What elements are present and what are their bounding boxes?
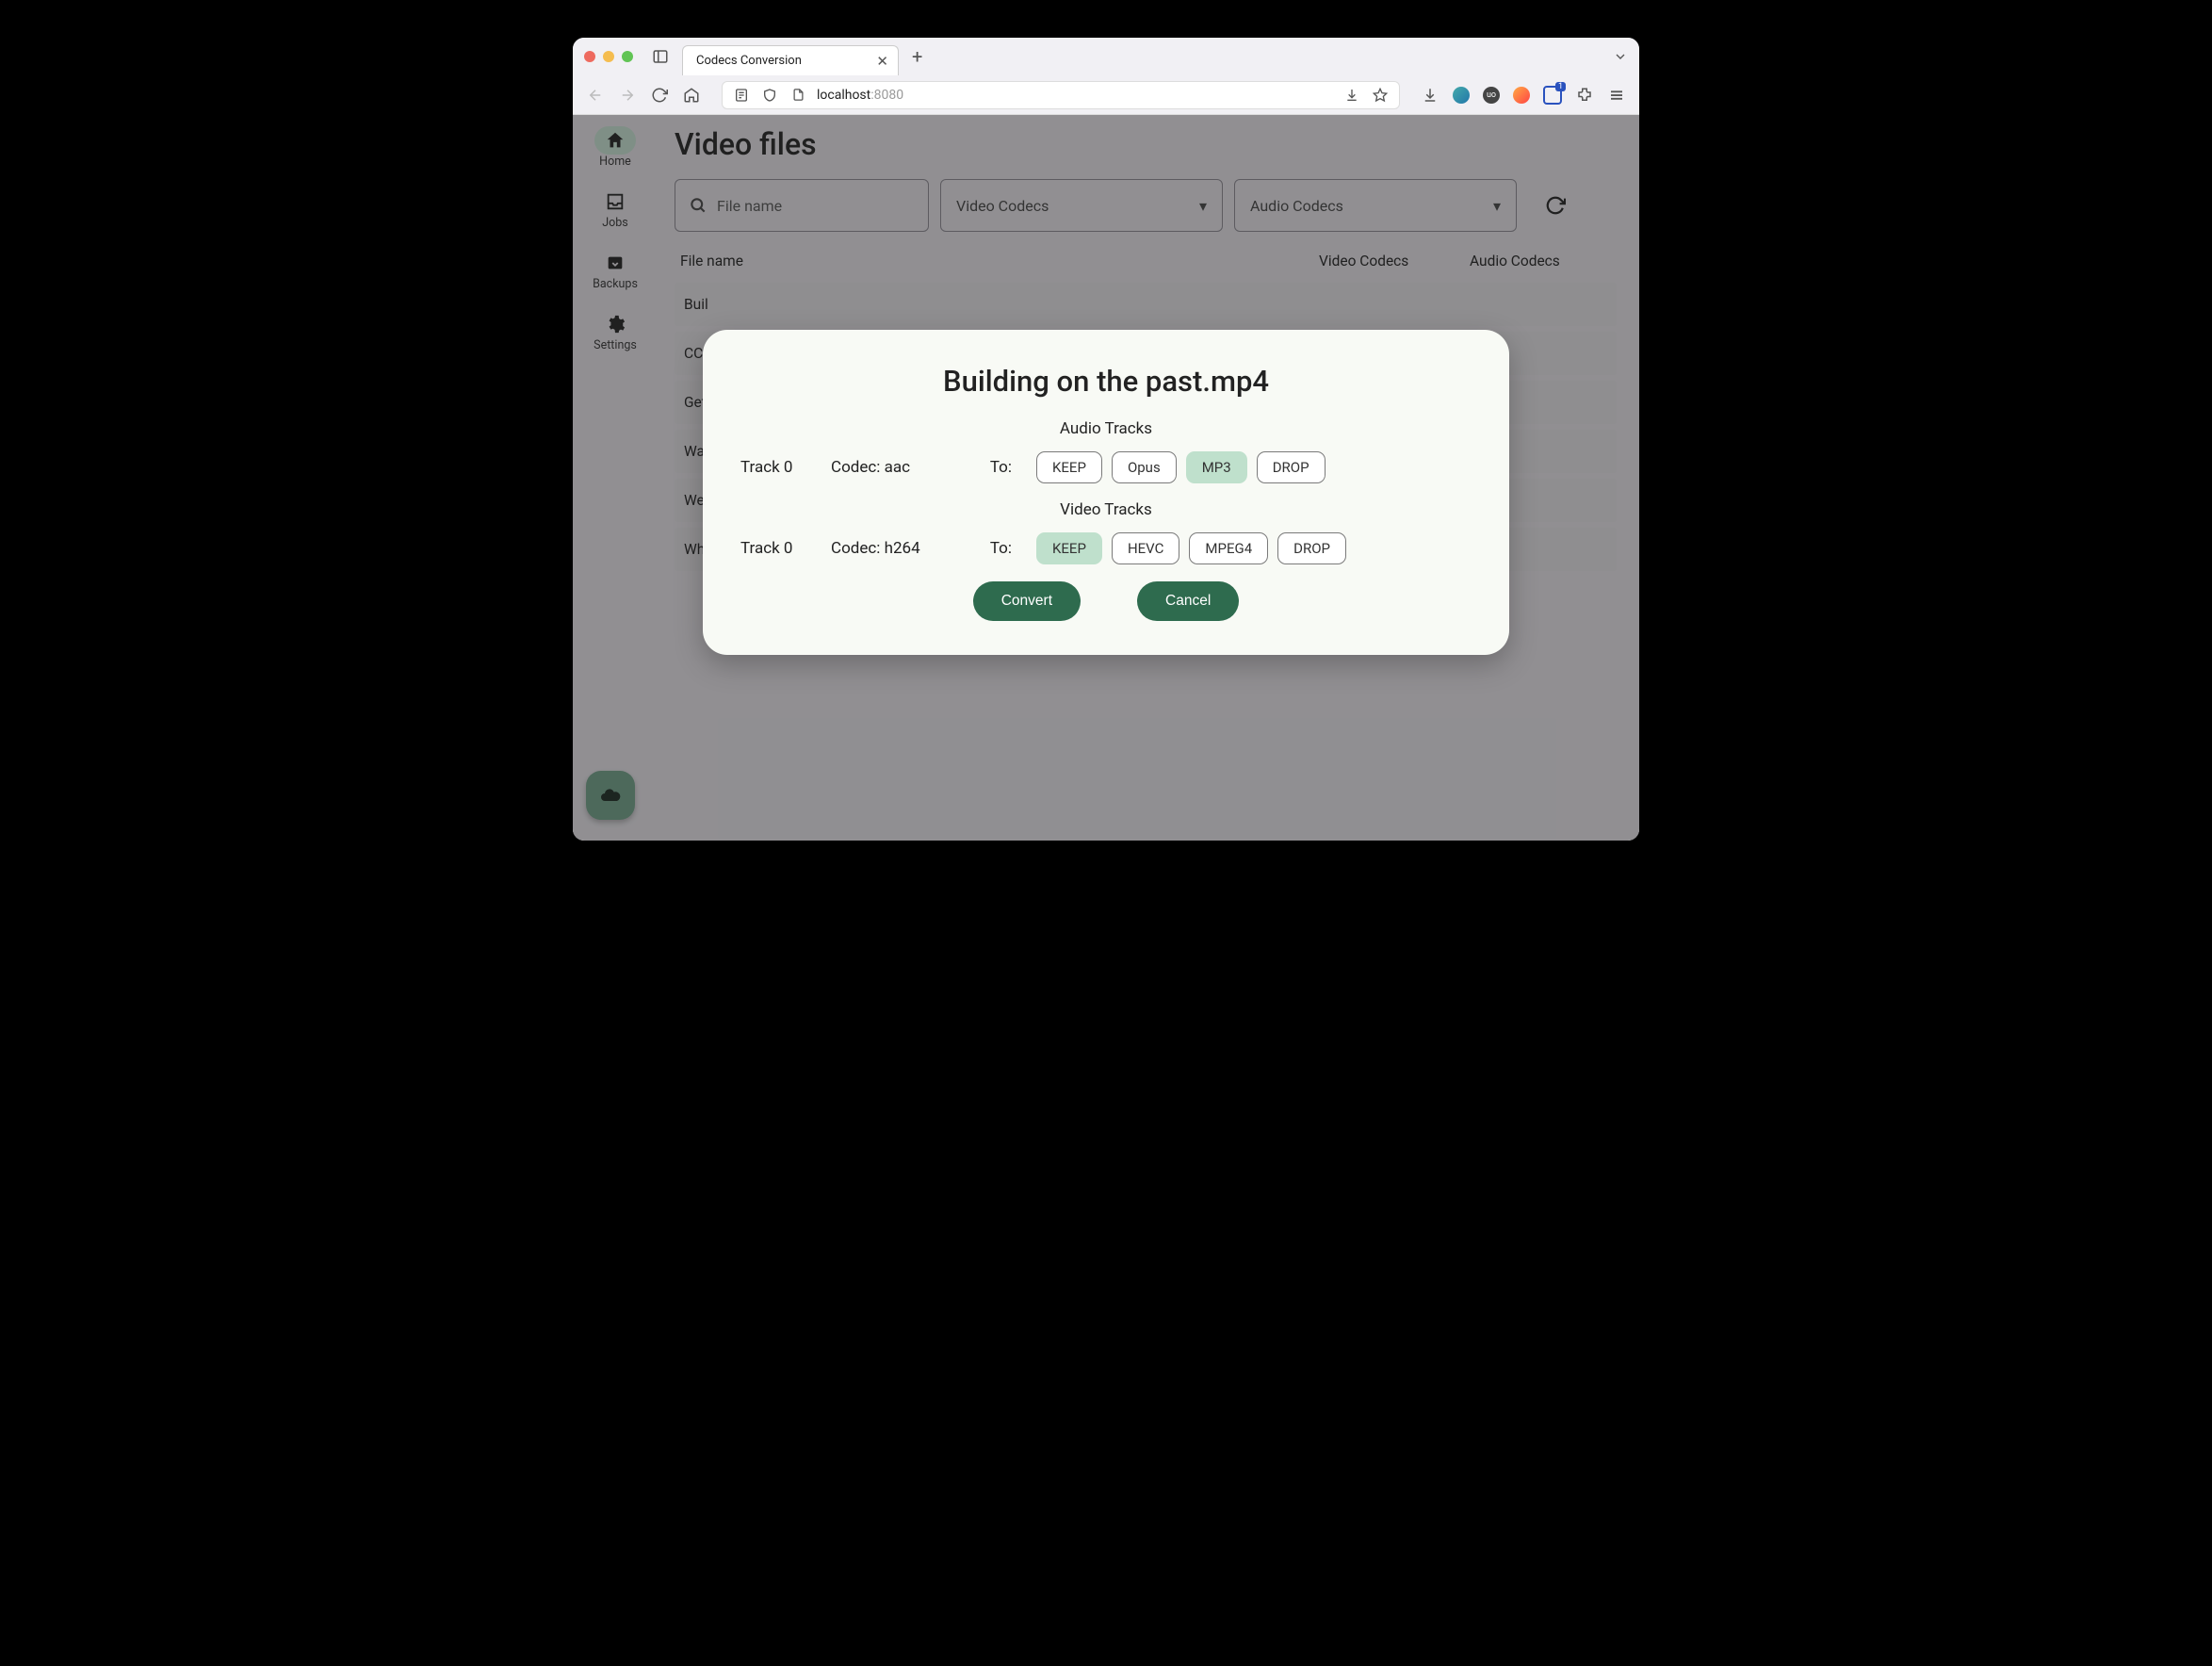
extension-1-icon[interactable] <box>1453 87 1470 104</box>
pill-keep[interactable]: KEEP <box>1036 451 1102 483</box>
reader-mode-icon[interactable] <box>732 86 751 105</box>
extension-2-icon[interactable]: uo <box>1483 87 1500 104</box>
track-name: Track 0 <box>740 539 806 558</box>
reload-icon[interactable] <box>650 86 669 105</box>
extension-3-icon[interactable] <box>1513 87 1530 104</box>
pill-drop[interactable]: DROP <box>1257 451 1326 483</box>
save-page-icon[interactable] <box>1342 86 1361 105</box>
to-label: To: <box>978 458 1012 477</box>
dialog-actions: Convert Cancel <box>740 581 1472 621</box>
video-pills: KEEP HEVC MPEG4 DROP <box>1036 532 1346 564</box>
pill-drop[interactable]: DROP <box>1277 532 1346 564</box>
site-info-icon[interactable] <box>789 86 807 105</box>
window-controls <box>584 51 633 62</box>
bookmark-star-icon[interactable] <box>1371 86 1390 105</box>
tabs-overflow-icon[interactable] <box>1613 49 1628 64</box>
nav-back-icon[interactable] <box>586 86 605 105</box>
pill-mpeg4[interactable]: MPEG4 <box>1189 532 1268 564</box>
audio-section-label: Audio Tracks <box>740 419 1472 438</box>
video-section-label: Video Tracks <box>740 500 1472 519</box>
track-codec: Codec: h264 <box>831 539 953 558</box>
dialog-title: Building on the past.mp4 <box>740 364 1472 399</box>
pill-hevc[interactable]: HEVC <box>1112 532 1179 564</box>
tab-title: Codecs Conversion <box>696 54 802 68</box>
cancel-button[interactable]: Cancel <box>1137 581 1239 621</box>
nav-forward-icon[interactable] <box>618 86 637 105</box>
audio-track-row: Track 0 Codec: aac To: KEEP Opus MP3 DRO… <box>740 451 1472 483</box>
browser-window: Codecs Conversion ✕ + <box>573 38 1639 841</box>
track-codec: Codec: aac <box>831 458 953 477</box>
pill-keep[interactable]: KEEP <box>1036 532 1102 564</box>
home-icon[interactable] <box>682 86 701 105</box>
conversion-dialog: Building on the past.mp4 Audio Tracks Tr… <box>703 330 1509 655</box>
app-menu-icon[interactable] <box>1607 86 1626 105</box>
window-zoom[interactable] <box>622 51 633 62</box>
track-name: Track 0 <box>740 458 806 477</box>
sidebar-toggle-icon[interactable] <box>652 48 669 65</box>
window-close[interactable] <box>584 51 595 62</box>
window-minimize[interactable] <box>603 51 614 62</box>
downloads-icon[interactable] <box>1421 86 1439 105</box>
extension-badge: 1 <box>1555 82 1566 91</box>
browser-tabstrip: Codecs Conversion ✕ + <box>573 38 1639 75</box>
shield-icon[interactable] <box>760 86 779 105</box>
extension-4-icon[interactable]: 1 <box>1543 86 1562 105</box>
to-label: To: <box>978 539 1012 558</box>
pill-mp3[interactable]: MP3 <box>1186 451 1247 483</box>
pill-opus[interactable]: Opus <box>1112 451 1177 483</box>
new-tab-button[interactable]: + <box>912 45 922 68</box>
browser-toolbar: localhost:8080 uo 1 <box>573 75 1639 115</box>
url-bar[interactable]: localhost:8080 <box>722 81 1400 109</box>
video-track-row: Track 0 Codec: h264 To: KEEP HEVC MPEG4 … <box>740 532 1472 564</box>
audio-pills: KEEP Opus MP3 DROP <box>1036 451 1326 483</box>
convert-button[interactable]: Convert <box>973 581 1081 621</box>
url-text: localhost:8080 <box>817 88 903 103</box>
browser-tab[interactable]: Codecs Conversion ✕ <box>682 45 899 75</box>
tab-close-icon[interactable]: ✕ <box>876 53 888 70</box>
extensions-puzzle-icon[interactable] <box>1575 86 1594 105</box>
